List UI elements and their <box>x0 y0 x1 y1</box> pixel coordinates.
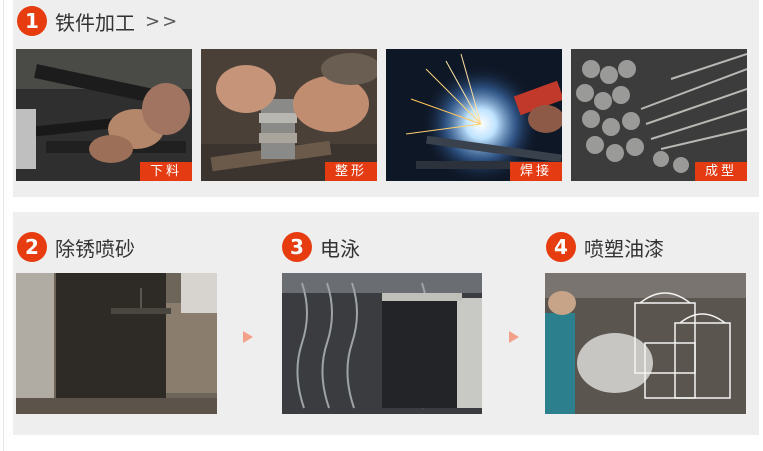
step-2-header: 2 除锈喷砂 <box>17 232 135 262</box>
cutting-photo: 下料 <box>16 49 192 181</box>
photo-label: 成型 <box>694 162 747 181</box>
next-step-arrow-icon <box>243 331 253 343</box>
step-4-header: 4 喷塑油漆 <box>546 232 664 262</box>
step-number-badge: 3 <box>282 232 312 262</box>
shaping-photo: 整形 <box>201 49 377 181</box>
step-1-header: 1 铁件加工 >> <box>17 6 179 36</box>
electrophoresis-photo <box>282 273 482 414</box>
photo-label: 整形 <box>324 162 377 181</box>
next-step-arrow-icon <box>509 331 519 343</box>
step-title: 除锈喷砂 <box>55 236 135 261</box>
forming-photo: 成型 <box>571 49 747 181</box>
step-number-badge: 4 <box>546 232 576 262</box>
step-title: 电泳 <box>320 236 360 261</box>
step-number-badge: 2 <box>17 232 47 262</box>
more-link[interactable]: >> <box>145 11 179 32</box>
welding-photo: 焊接 <box>386 49 562 181</box>
spray-painting-photo <box>545 273 746 414</box>
step-number-badge: 1 <box>17 6 47 36</box>
photo-label: 焊接 <box>509 162 562 181</box>
photo-label: 下料 <box>139 162 192 181</box>
spray-painting-photo-image <box>545 273 746 414</box>
left-border-line <box>3 0 4 451</box>
step-title: 铁件加工 <box>55 10 135 35</box>
electrophoresis-photo-image <box>282 273 482 414</box>
step-3-header: 3 电泳 <box>282 232 360 262</box>
step-title: 喷塑油漆 <box>584 236 664 261</box>
sandblasting-photo <box>16 273 217 414</box>
sandblasting-photo-image <box>16 273 217 414</box>
